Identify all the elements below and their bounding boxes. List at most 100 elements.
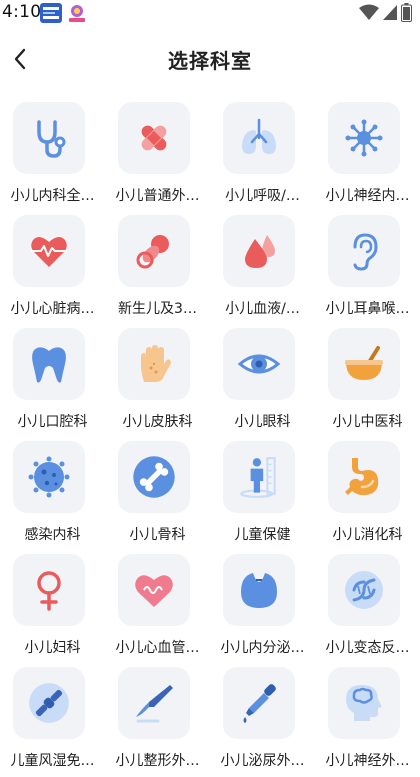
ear-icon [353, 233, 378, 271]
department-label: 小儿神经内… [325, 188, 410, 204]
department-label: 小儿皮肤科 [122, 414, 193, 430]
department-label: 感染内科 [24, 527, 81, 543]
department-icon-tile [223, 441, 295, 513]
department-item[interactable]: 小儿内分泌… [210, 552, 315, 665]
department-label: 小儿神经外… [325, 753, 410, 769]
bandage-icon [141, 125, 167, 151]
department-item[interactable]: 小儿神经外… [315, 665, 420, 777]
department-icon-tile [223, 102, 295, 174]
department-item[interactable]: 小儿整形外… [105, 665, 210, 777]
dna-icon [345, 571, 383, 609]
department-icon-tile [328, 215, 400, 287]
cell-signal-icon [383, 5, 397, 20]
navigation-bar: 选择科室 [0, 30, 420, 88]
department-label: 小儿内科全… [10, 188, 95, 204]
department-label: 小儿整形外… [115, 753, 200, 769]
department-label: 小儿骨科 [129, 527, 186, 543]
department-icon-tile [13, 667, 85, 739]
child-height-icon [240, 457, 276, 498]
department-icon-tile [223, 667, 295, 739]
department-label: 新生儿及3… [118, 301, 197, 317]
department-icon-tile [328, 102, 400, 174]
hand-skin-icon [141, 345, 171, 382]
heart-wave-icon [135, 575, 173, 607]
department-item[interactable]: 儿童风湿免… [0, 665, 105, 777]
department-item[interactable]: 小儿内科全… [0, 100, 105, 213]
female-symbol-icon [37, 571, 61, 611]
mortar-pestle-icon [345, 346, 383, 380]
blood-drop-icon [245, 235, 275, 268]
department-item[interactable]: 小儿中医科 [315, 326, 420, 439]
department-icon-tile [13, 215, 85, 287]
department-item[interactable]: 小儿消化科 [315, 439, 420, 552]
department-item[interactable]: 新生儿及3… [105, 213, 210, 326]
department-icon-tile [328, 667, 400, 739]
status-indicators [359, 3, 412, 22]
bone-icon [133, 456, 175, 498]
status-time: 4:10 [2, 2, 42, 22]
department-icon-tile [223, 554, 295, 626]
department-label: 儿童保健 [234, 527, 291, 543]
eye-icon [237, 354, 281, 374]
department-item[interactable]: 小儿皮肤科 [105, 326, 210, 439]
department-icon-tile [328, 554, 400, 626]
page-title: 选择科室 [168, 49, 252, 73]
department-item[interactable]: 小儿心脏病… [0, 213, 105, 326]
brain-head-icon [346, 685, 382, 721]
stomach-icon [345, 458, 379, 496]
department-label: 儿童风湿免… [10, 753, 95, 769]
notification-app-icon [40, 3, 62, 23]
virus-icon [28, 456, 70, 498]
heart-pulse-icon [31, 236, 67, 267]
department-label: 小儿口腔科 [17, 414, 88, 430]
dropper-icon [243, 684, 276, 723]
department-item[interactable]: 小儿泌尿外… [210, 665, 315, 777]
department-label: 小儿变态反… [325, 640, 410, 656]
department-icon-tile [13, 441, 85, 513]
department-item[interactable]: 小儿普通外… [105, 100, 210, 213]
department-item[interactable]: 小儿妇科 [0, 552, 105, 665]
lungs-icon [242, 118, 276, 154]
department-item[interactable]: 小儿眼科 [210, 326, 315, 439]
department-label: 小儿心血管… [115, 640, 200, 656]
department-item[interactable]: 小儿变态反… [315, 552, 420, 665]
pacifier-icon [136, 235, 169, 269]
battery-icon [401, 3, 412, 22]
department-label: 小儿妇科 [24, 640, 81, 656]
department-label: 小儿血液/… [225, 301, 300, 317]
department-icon-tile [118, 441, 190, 513]
joint-icon [29, 683, 69, 723]
department-label: 小儿心脏病… [10, 301, 95, 317]
department-icon-tile [13, 328, 85, 400]
neuron-icon [345, 119, 383, 157]
department-item[interactable]: 儿童保健 [210, 439, 315, 552]
department-item[interactable]: 小儿呼吸/… [210, 100, 315, 213]
department-item[interactable]: 小儿血液/… [210, 213, 315, 326]
department-label: 小儿普通外… [115, 188, 200, 204]
department-icon-tile [328, 441, 400, 513]
department-icon-tile [118, 215, 190, 287]
status-bar: 4:10 [0, 0, 420, 26]
department-icon-tile [118, 328, 190, 400]
department-icon-tile [118, 102, 190, 174]
department-item[interactable]: 小儿耳鼻喉… [315, 213, 420, 326]
department-label: 小儿眼科 [234, 414, 291, 430]
wifi-icon [359, 4, 379, 20]
department-item[interactable]: 小儿口腔科 [0, 326, 105, 439]
department-icon-tile [13, 102, 85, 174]
stethoscope-icon [37, 120, 66, 158]
thyroid-icon [241, 573, 277, 608]
department-label: 小儿耳鼻喉… [325, 301, 410, 317]
department-icon-tile [118, 554, 190, 626]
tooth-icon [32, 347, 66, 383]
department-icon-tile [328, 328, 400, 400]
department-item[interactable]: 小儿骨科 [105, 439, 210, 552]
department-item[interactable]: 小儿心血管… [105, 552, 210, 665]
department-item[interactable]: 感染内科 [0, 439, 105, 552]
department-icon-tile [223, 215, 295, 287]
department-icon-tile [223, 328, 295, 400]
notification-kids-app-icon [66, 3, 88, 23]
department-item[interactable]: 小儿神经内… [315, 100, 420, 213]
department-label: 小儿泌尿外… [220, 753, 305, 769]
department-icon-tile [118, 667, 190, 739]
